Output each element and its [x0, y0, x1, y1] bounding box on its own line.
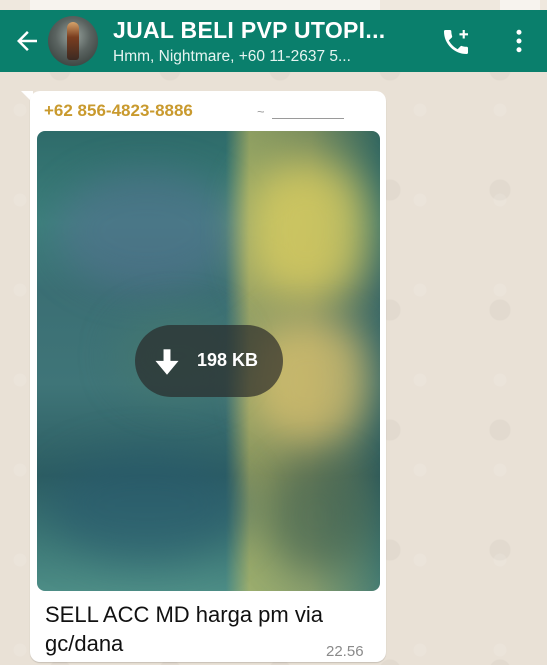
back-button[interactable] [12, 26, 42, 56]
group-avatar[interactable] [48, 16, 98, 66]
sender-phone[interactable]: +62 856-4823-8886 [44, 101, 193, 121]
chat-title[interactable]: JUAL BELI PVP UTOPI... [113, 17, 423, 44]
blur-region [47, 451, 247, 561]
blur-region [57, 171, 237, 291]
more-vertical-icon [516, 29, 522, 53]
message-time: 22.56 [326, 643, 364, 660]
chat-header: JUAL BELI PVP UTOPI... Hmm, Nightmare, +… [0, 10, 547, 72]
download-arrow-icon [155, 349, 179, 375]
add-call-icon [444, 30, 468, 54]
more-options-button[interactable] [504, 26, 534, 56]
sender-name: ~ [257, 104, 265, 119]
add-call-button[interactable] [440, 26, 472, 58]
avatar-figure [67, 22, 79, 60]
blur-region [247, 161, 367, 301]
message-caption: SELL ACC MD harga pm via gc/dana [45, 602, 323, 656]
previous-message-edge [0, 0, 547, 11]
blur-region [267, 461, 367, 571]
sender-name-redacted [272, 118, 344, 119]
download-size: 198 KB [197, 350, 259, 370]
chat-participants[interactable]: Hmm, Nightmare, +60 11-2637 5... [113, 48, 423, 66]
arrow-left-icon [17, 31, 37, 51]
download-button[interactable]: 198 KB [135, 325, 283, 397]
